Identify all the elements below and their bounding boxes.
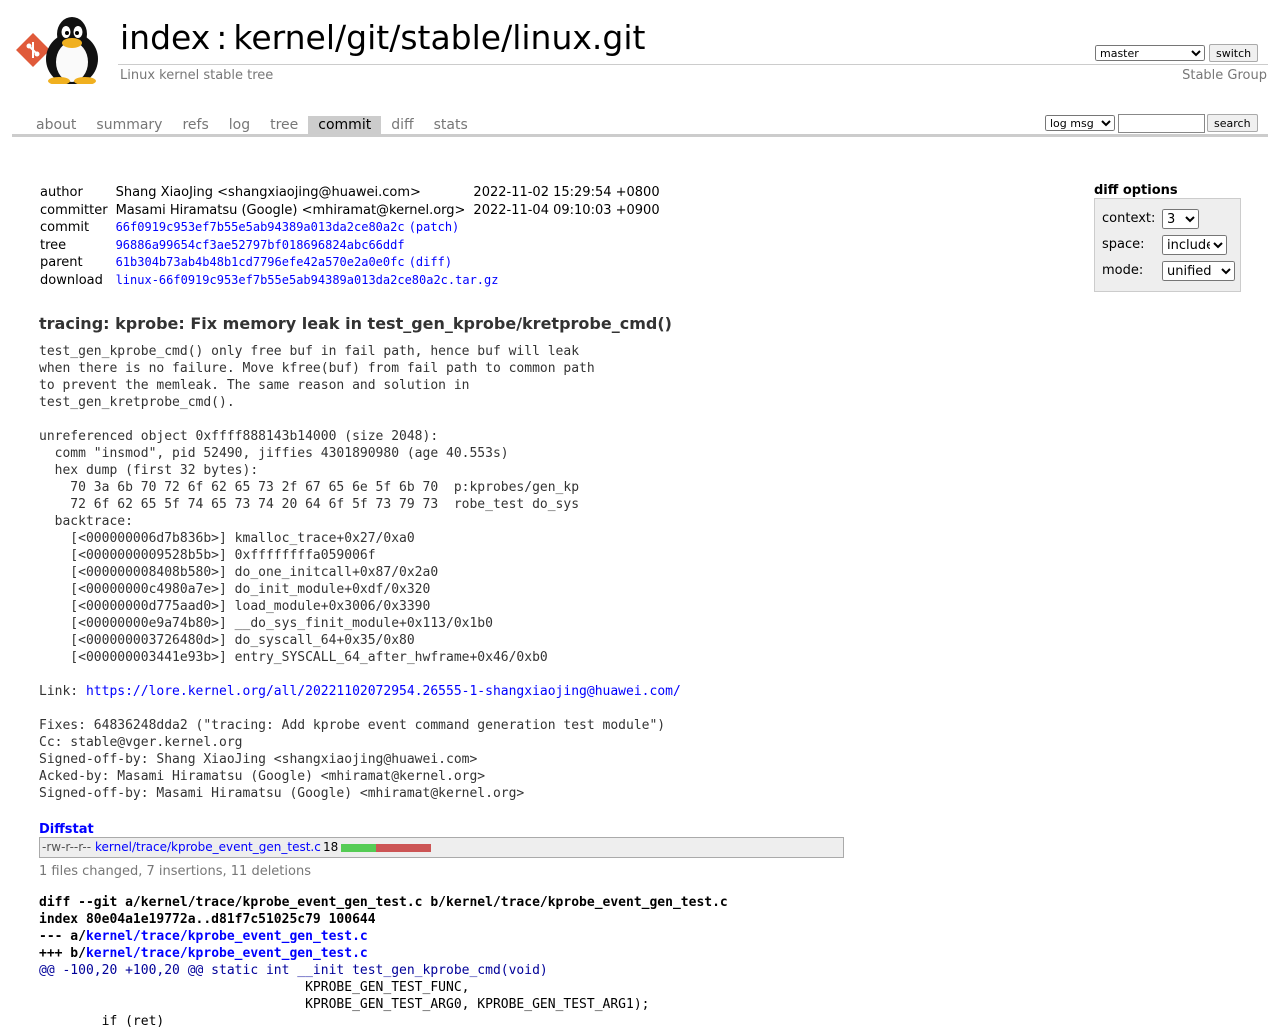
committer-date: 2022-11-04 09:10:03 +0900 [473,202,660,218]
tree-row: tree 96886a99654cf3ae52797bf018696824abc… [36,237,664,255]
tab-commit[interactable]: commit [308,116,382,135]
commit-message-body: test_gen_kprobe_cmd() only free buf in f… [39,344,595,699]
commit-message: test_gen_kprobe_cmd() only free buf in f… [39,343,681,802]
repo-description: Linux kernel stable tree [120,68,274,83]
lore-link[interactable]: https://lore.kernel.org/all/202211020729… [86,684,681,699]
file-mode: -rw-r--r-- [42,840,92,854]
download-row: download linux-66f0919c953ef7b55e5ab9438… [36,272,664,290]
parent-row: parent 61b304b73ab4b48b1cd7796efe42a570e… [36,254,664,272]
switch-button[interactable]: switch [1209,44,1259,62]
repo-owner: Stable Group [1182,68,1267,83]
repo-title: index: kernel/git/stable/linux.git [120,18,645,58]
commit-subject: tracing: kprobe: Fix memory leak in test… [39,314,672,333]
author-row: author Shang XiaoJing <shangxiaojing@hua… [36,184,664,202]
diffstat-file-link[interactable]: kernel/trace/kprobe_event_gen_test.c [95,840,321,854]
diff-plus-file-link[interactable]: kernel/trace/kprobe_event_gen_test.c [86,946,368,961]
diffstat-header-link[interactable]: Diffstat [39,822,94,837]
space-select[interactable]: include [1162,235,1227,255]
index-link[interactable]: index [120,18,210,57]
context-select[interactable]: 3 [1162,209,1199,229]
diff-index-line: index 80e04a1e19772a..d81f7c51025c79 100… [39,912,376,927]
committer-label: committer [40,202,108,218]
author-label: author [40,185,83,201]
mode-select[interactable]: unified [1162,261,1235,281]
diffstat-summary: 1 files changed, 7 insertions, 11 deleti… [39,864,311,879]
diff-options-title: diff options [1094,183,1178,198]
diffstat-change-count: 18 [323,840,339,854]
diff-context-lines: KPROBE_GEN_TEST_FUNC, KPROBE_GEN_TEST_AR… [101,980,650,1029]
parent-diff-link[interactable]: (diff) [409,255,452,269]
context-label: context: [1102,211,1156,226]
diff-minus-prefix: --- a/ [39,929,86,944]
diff-hunk-header: @@ -100,20 +100,20 @@ static int __init … [39,963,548,978]
tab-stats[interactable]: stats [424,116,478,135]
author-date: 2022-11-02 15:29:54 +0800 [473,185,660,201]
download-tarball-link[interactable]: linux-66f0919c953ef7b55e5ab94389a013da2c… [116,273,499,287]
tab-summary[interactable]: summary [86,116,172,135]
committer-value: Masami Hiramatsu (Google) <mhiramat@kern… [115,202,466,218]
patch-link[interactable]: (patch) [409,220,460,234]
diff-minus-line: --- a/kernel/trace/kprobe_event_gen_test… [39,928,728,945]
parent-label: parent [40,255,83,271]
diff-minus-file-link[interactable]: kernel/trace/kprobe_event_gen_test.c [86,929,368,944]
commit-label: commit [40,220,90,236]
commit-info-table: author Shang XiaoJing <shangxiaojing@hua… [36,184,664,289]
diff-git-line: diff --git a/kernel/trace/kprobe_event_g… [39,895,728,910]
tab-refs[interactable]: refs [172,116,218,135]
diffstat-deletions-bar [376,844,431,852]
parent-hash-link[interactable]: 61b304b73ab4b48b1cd7796efe42a570e2a0e0fc [116,255,405,269]
search-scope-select[interactable]: log msg [1045,115,1115,131]
diff-plus-prefix: +++ b/ [39,946,86,961]
tab-about[interactable]: about [26,116,86,135]
tab-divider [12,134,1268,137]
download-label: download [40,272,103,288]
committer-row: committer Masami Hiramatsu (Google) <mhi… [36,202,664,220]
tux-penguin-icon [46,17,98,85]
title-separator: : [216,18,228,57]
diffstat-table: -rw-r--r-- kernel/trace/kprobe_event_gen… [39,837,844,858]
commit-row: commit 66f0919c953ef7b55e5ab94389a013da2… [36,219,664,237]
tree-label: tree [40,237,67,253]
diff-options-panel: context: 3 space: include mode: unified [1094,198,1241,292]
search-button[interactable]: search [1207,114,1258,132]
diff-plus-line: +++ b/kernel/trace/kprobe_event_gen_test… [39,945,728,962]
branch-select[interactable]: master [1095,45,1205,61]
mode-label: mode: [1102,263,1144,278]
repo-name-link[interactable]: kernel/git/stable/linux.git [233,18,645,57]
tab-diff[interactable]: diff [381,116,423,135]
commit-hash-link[interactable]: 66f0919c953ef7b55e5ab94389a013da2ce80a2c [116,220,405,234]
tree-hash-link[interactable]: 96886a99654cf3ae52797bf018696824abc66ddf [116,238,405,252]
tab-bar: about summary refs log tree commit diff … [26,116,478,135]
space-label: space: [1102,237,1145,252]
tab-tree[interactable]: tree [260,116,308,135]
header-divider [118,64,1268,65]
git-logo-icon [16,33,50,67]
cgit-logo[interactable] [15,12,110,85]
diffstat-insertions-bar [341,844,376,852]
commit-message-trailers: Fixes: 64836248dda2 ("tracing: Add kprob… [39,718,666,801]
diffstat-bar [341,844,431,852]
tab-log[interactable]: log [219,116,260,135]
diff-view: diff --git a/kernel/trace/kprobe_event_g… [39,894,728,1030]
author-value: Shang XiaoJing <shangxiaojing@huawei.com… [115,185,421,201]
search-input[interactable] [1118,114,1205,133]
